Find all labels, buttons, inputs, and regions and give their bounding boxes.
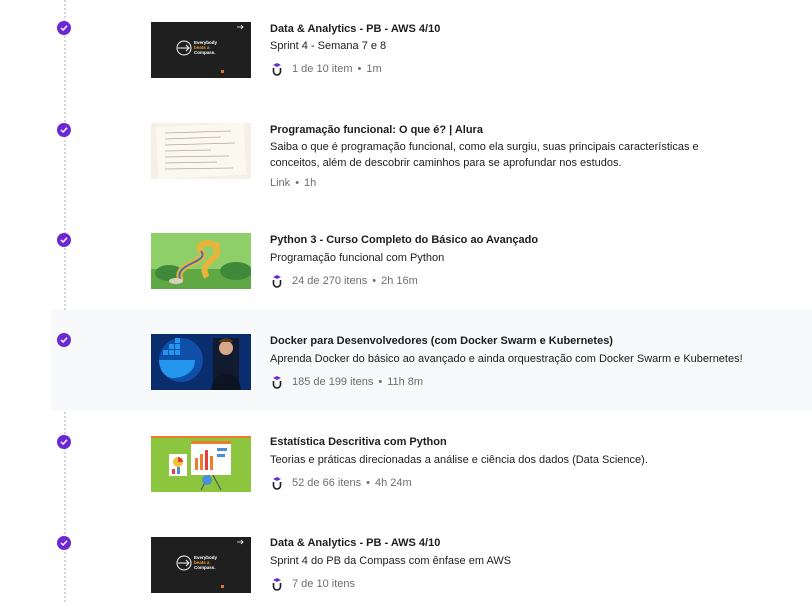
course-description: Teorias e práticas direcionadas a anális… <box>270 454 648 466</box>
duration-text: 4h 24m <box>374 477 412 489</box>
udemy-icon <box>270 476 284 490</box>
separator: • <box>295 177 300 189</box>
separator: • <box>357 63 362 75</box>
course-meta: 1 de 10 item • 1m <box>270 62 382 76</box>
separator: • <box>378 376 383 388</box>
duration-text: 1h <box>304 177 317 189</box>
course-thumbnail[interactable]: Everybody beats a Compass. <box>151 22 251 78</box>
course-thumbnail[interactable]: Everybody beats a Compass. <box>151 537 251 593</box>
course-thumbnail[interactable] <box>151 233 251 289</box>
article-description: Saiba o que é programação funcional, com… <box>270 141 699 169</box>
check-icon <box>57 233 71 247</box>
list-item[interactable]: Docker para Desenvolvedores (com Docker … <box>51 310 812 410</box>
list-item[interactable]: Everybody beats a Compass. Data & Analyt… <box>0 514 812 614</box>
type-label: Link <box>270 177 291 189</box>
separator: • <box>366 477 370 489</box>
article-thumbnail[interactable] <box>151 123 251 179</box>
check-icon <box>57 536 71 550</box>
list-item[interactable]: Estatística Descritiva com Python Teoria… <box>0 413 812 513</box>
progress-text: 52 de 66 itens <box>292 477 362 489</box>
check-icon <box>57 333 71 347</box>
course-meta: 185 de 199 itens • 11h 8m <box>270 375 423 389</box>
duration-text: 1m <box>366 63 382 75</box>
course-thumbnail[interactable] <box>151 334 251 390</box>
separator: • <box>372 275 377 287</box>
course-thumbnail[interactable] <box>151 436 251 492</box>
duration-text: 11h 8m <box>387 376 424 388</box>
course-title[interactable]: Data & Analytics - PB - AWS 4/10 <box>270 23 440 35</box>
list-item[interactable]: Programação funcional: O que é? | Alura … <box>0 101 812 201</box>
progress-text: 7 de 10 itens <box>292 578 355 590</box>
check-icon <box>57 21 71 35</box>
list-item[interactable]: Everybody beats a Compass. Data & Analyt… <box>0 0 812 100</box>
course-meta: 52 de 66 itens • 4h 24m <box>270 476 412 490</box>
course-description: Programação funcional com Python <box>270 252 445 264</box>
course-title[interactable]: Docker para Desenvolvedores (com Docker … <box>270 335 613 347</box>
course-description: Sprint 4 - Semana 7 e 8 <box>270 40 387 52</box>
udemy-icon <box>270 577 284 591</box>
article-meta: Link • 1h <box>270 177 316 189</box>
progress-text: 24 de 270 itens <box>292 275 368 287</box>
progress-text: 185 de 199 itens <box>292 376 374 388</box>
thumb-text: Compass. <box>194 565 216 570</box>
course-title[interactable]: Data & Analytics - PB - AWS 4/10 <box>270 537 440 549</box>
course-description: Sprint 4 do PB da Compass com ênfase em … <box>270 555 512 567</box>
check-icon <box>57 435 71 449</box>
course-title[interactable]: Python 3 - Curso Completo do Básico ao A… <box>270 234 538 246</box>
udemy-icon <box>270 274 284 288</box>
thumb-text: Compass. <box>194 50 216 55</box>
article-title[interactable]: Programação funcional: O que é? | Alura <box>270 124 483 136</box>
udemy-icon <box>270 62 284 76</box>
check-icon <box>57 123 71 137</box>
course-meta: 7 de 10 itens <box>270 577 355 591</box>
udemy-icon <box>270 375 284 389</box>
course-meta: 24 de 270 itens • 2h 16m <box>270 274 418 288</box>
course-description: Aprenda Docker do básico ao avançado e a… <box>270 353 743 365</box>
list-item[interactable]: Python 3 - Curso Completo do Básico ao A… <box>0 211 812 311</box>
duration-text: 2h 16m <box>381 275 418 287</box>
progress-text: 1 de 10 item <box>292 63 353 75</box>
course-title[interactable]: Estatística Descritiva com Python <box>270 436 447 448</box>
